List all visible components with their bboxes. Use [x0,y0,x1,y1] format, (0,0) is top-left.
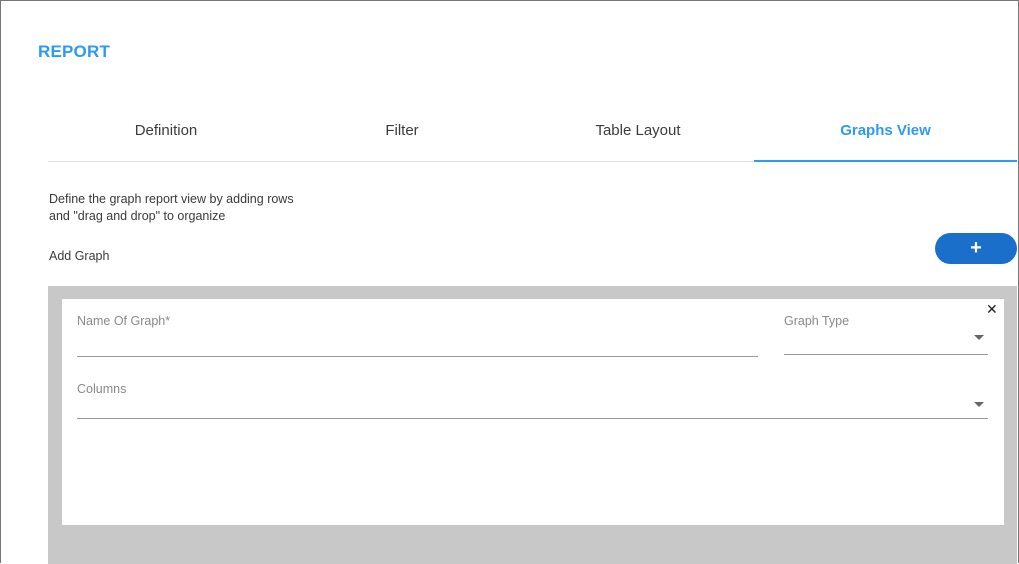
page-title: REPORT [38,42,111,61]
graphs-view-description: Define the graph report view by adding r… [49,191,369,225]
tab-table-layout[interactable]: Table Layout [520,113,756,161]
graph-type-select[interactable]: Graph Type [784,314,988,355]
chevron-down-icon [974,402,984,407]
description-line-1: Define the graph report view by adding r… [49,192,294,206]
description-line-2: and "drag and drop" to organize [49,209,226,223]
chevron-down-icon [974,335,984,340]
tab-definition[interactable]: Definition [48,113,284,161]
graph-name-placeholder: Name Of Graph* [77,314,171,328]
add-graph-button[interactable]: + [935,233,1017,264]
add-graph-label: Add Graph [49,249,110,263]
graph-card: ✕ Name Of Graph* Graph Type Columns [62,299,1004,525]
tab-bar: Definition Filter Table Layout Graphs Vi… [48,113,1017,162]
columns-placeholder: Columns [77,382,127,396]
graph-name-field[interactable]: Name Of Graph* [77,314,758,357]
columns-select[interactable]: Columns [77,382,988,419]
graph-type-placeholder: Graph Type [784,314,850,328]
tab-graphs-view[interactable]: Graphs View [754,113,1017,162]
report-panel: REPORT Definition Filter Table Layout Gr… [0,0,1019,564]
tab-filter[interactable]: Filter [284,113,520,161]
plus-icon: + [970,237,982,259]
